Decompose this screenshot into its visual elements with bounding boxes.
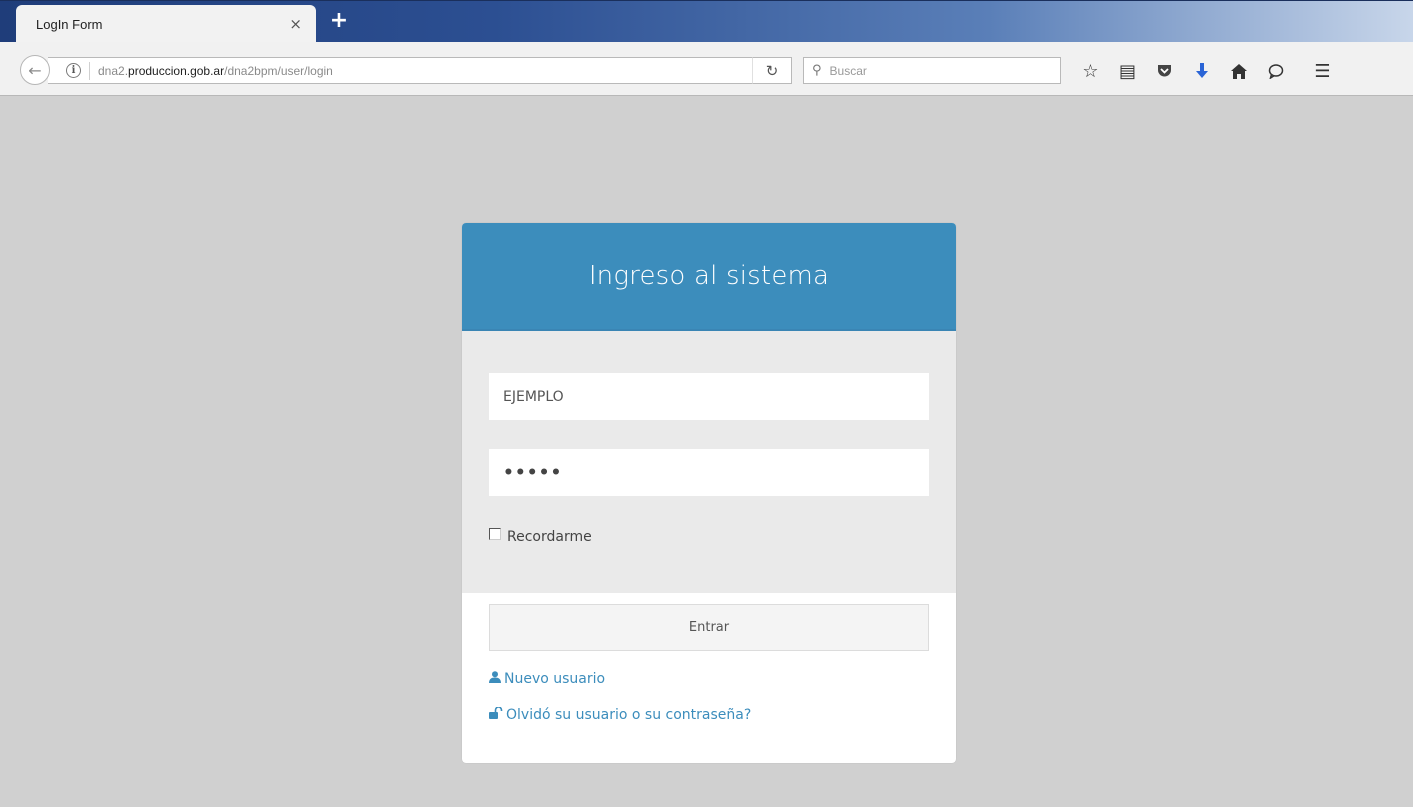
toolbar-icons: ☆ ▤ ☰	[1072, 59, 1341, 83]
hamburger-menu-icon[interactable]: ☰	[1304, 59, 1341, 83]
submit-button[interactable]: Entrar	[489, 604, 929, 651]
home-icon[interactable]	[1220, 59, 1257, 83]
url-bar[interactable]: i dna2.produccion.gob.ar/dna2bpm/user/lo…	[48, 57, 790, 84]
password-field[interactable]: •••••	[489, 449, 929, 496]
url-separator	[89, 61, 90, 80]
login-footer: Entrar Nuevo usuario Olvidó su usuario o…	[462, 593, 956, 723]
search-bar[interactable]: ⚲	[803, 57, 1061, 84]
url-prefix: dna2.	[98, 63, 129, 78]
url-text[interactable]: dna2.produccion.gob.ar/dna2bpm/user/logi…	[98, 64, 333, 78]
tab-title: LogIn Form	[36, 16, 103, 32]
download-icon[interactable]	[1183, 59, 1220, 83]
url-domain: produccion.gob.ar	[128, 63, 225, 78]
browser-tab[interactable]: LogIn Form ×	[16, 5, 316, 43]
chat-icon-glyph	[1268, 63, 1283, 79]
username-field[interactable]	[489, 373, 929, 420]
login-panel: Ingreso al sistema ••••• Recordarme Entr…	[462, 223, 956, 763]
remember-me[interactable]: Recordarme	[489, 528, 929, 546]
user-icon-glyph	[489, 671, 501, 683]
user-icon	[489, 671, 501, 687]
login-header: Ingreso al sistema	[462, 223, 956, 331]
unlock-icon-glyph	[489, 706, 503, 719]
new-user-label: Nuevo usuario	[504, 671, 606, 687]
remember-checkbox[interactable]	[489, 528, 501, 540]
search-icon: ⚲	[812, 63, 822, 78]
forgot-password-link[interactable]: Olvidó su usuario o su contraseña?	[489, 706, 929, 723]
unlock-icon	[489, 706, 503, 723]
forgot-label: Olvidó su usuario o su contraseña?	[506, 707, 752, 723]
pocket-icon-glyph	[1158, 65, 1171, 77]
pocket-icon[interactable]	[1146, 59, 1183, 83]
login-title: Ingreso al sistema	[588, 261, 830, 291]
reading-list-icon[interactable]: ▤	[1109, 59, 1146, 83]
new-tab-icon[interactable]: +	[324, 7, 354, 35]
reload-icon[interactable]: ↻	[752, 57, 792, 84]
login-form-body: ••••• Recordarme	[462, 331, 956, 593]
close-tab-icon[interactable]: ×	[289, 15, 302, 33]
navigation-bar: i dna2.produccion.gob.ar/dna2bpm/user/lo…	[0, 42, 1413, 96]
info-icon[interactable]: i	[66, 63, 81, 78]
home-icon-glyph	[1230, 63, 1247, 79]
search-input[interactable]	[827, 62, 1048, 79]
remember-label: Recordarme	[507, 529, 592, 545]
download-icon-glyph	[1195, 63, 1208, 78]
chat-icon[interactable]	[1257, 59, 1294, 83]
bookmark-star-icon[interactable]: ☆	[1072, 59, 1109, 83]
url-path: /dna2bpm/user/login	[224, 63, 333, 78]
tab-strip: LogIn Form × +	[0, 0, 1413, 43]
new-user-link[interactable]: Nuevo usuario	[489, 671, 929, 687]
back-arrow-icon[interactable]: ←	[20, 55, 50, 85]
